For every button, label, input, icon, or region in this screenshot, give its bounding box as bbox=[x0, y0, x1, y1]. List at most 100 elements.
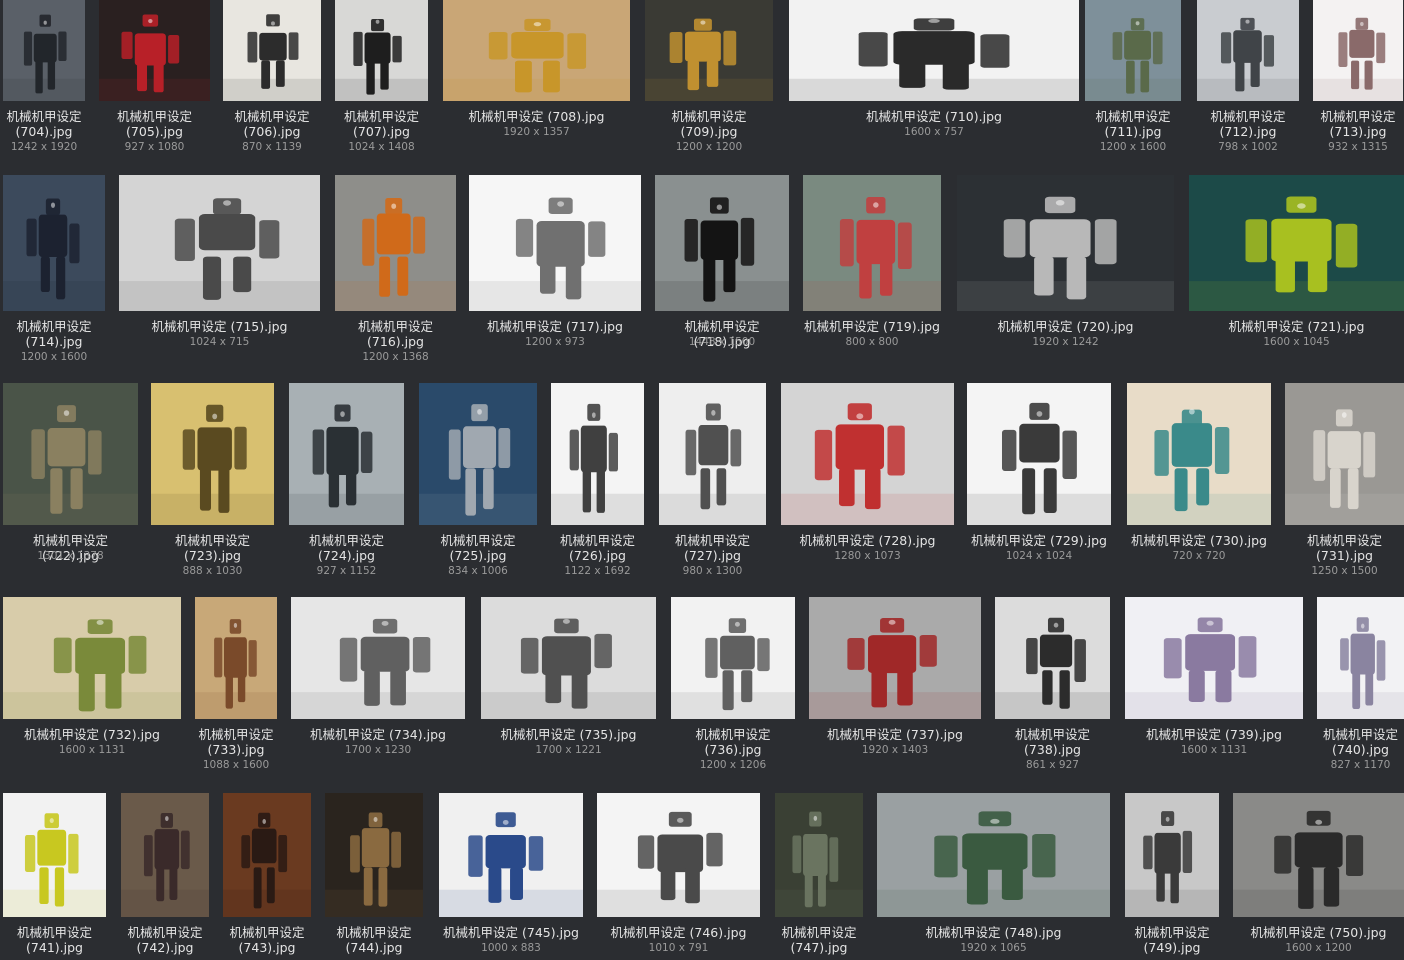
thumbnail-image[interactable] bbox=[809, 597, 981, 719]
thumbnail-image[interactable] bbox=[291, 597, 465, 719]
thumbnail-image[interactable] bbox=[119, 175, 320, 311]
thumbnail-image[interactable] bbox=[151, 383, 274, 525]
file-name[interactable]: 机械机甲设定 (750).jpg bbox=[1233, 925, 1404, 940]
thumbnail-image[interactable] bbox=[481, 597, 656, 719]
file-name[interactable]: 机械机甲设定 (738).jpg bbox=[995, 727, 1110, 757]
image-dimensions: 1024 x 1024 bbox=[1005, 550, 1073, 562]
file-name[interactable]: 机械机甲设定 (737).jpg bbox=[809, 727, 981, 742]
file-name[interactable]: 机械机甲设定 (723).jpg bbox=[151, 533, 274, 563]
file-name[interactable]: 机械机甲设定 (708).jpg bbox=[443, 109, 630, 124]
thumbnail-image[interactable] bbox=[775, 793, 863, 917]
file-name[interactable]: 机械机甲设定 (734).jpg bbox=[291, 727, 465, 742]
thumbnail-image[interactable] bbox=[1125, 597, 1303, 719]
file-name[interactable]: 机械机甲设定 (716).jpg bbox=[335, 319, 456, 349]
file-name[interactable]: 机械机甲设定 (721).jpg bbox=[1189, 319, 1404, 334]
file-name[interactable]: 机械机甲设定 (712).jpg bbox=[1197, 109, 1299, 139]
thumbnail-image[interactable] bbox=[597, 793, 760, 917]
file-name[interactable]: 机械机甲设定 (749).jpg bbox=[1125, 925, 1219, 955]
file-name[interactable]: 机械机甲设定 (714).jpg bbox=[3, 319, 105, 349]
thumbnail-image[interactable] bbox=[1285, 383, 1404, 525]
file-name[interactable]: 机械机甲设定 (742).jpg bbox=[121, 925, 209, 955]
file-name[interactable]: 机械机甲设定 (733).jpg bbox=[195, 727, 277, 757]
file-name[interactable]: 机械机甲设定 (747).jpg bbox=[775, 925, 863, 955]
thumbnail-image[interactable] bbox=[3, 793, 106, 917]
thumbnail-image[interactable] bbox=[443, 0, 630, 101]
thumbnail-image[interactable] bbox=[1197, 0, 1299, 101]
file-name[interactable]: 机械机甲设定 (710).jpg bbox=[789, 109, 1079, 124]
file-name[interactable]: 机械机甲设定 (705).jpg bbox=[99, 109, 210, 139]
file-name[interactable]: 机械机甲设定 (706).jpg bbox=[223, 109, 321, 139]
file-name[interactable]: 机械机甲设定 (725).jpg bbox=[419, 533, 537, 563]
file-name[interactable]: 机械机甲设定 (719).jpg bbox=[803, 319, 941, 334]
file-name[interactable]: 机械机甲设定 (715).jpg bbox=[119, 319, 320, 334]
file-name[interactable]: 机械机甲设定 (727).jpg bbox=[659, 533, 766, 563]
thumbnail-image[interactable] bbox=[671, 597, 795, 719]
file-name[interactable]: 机械机甲设定 (745).jpg bbox=[439, 925, 583, 940]
file-name[interactable]: 机械机甲设定 (746).jpg bbox=[597, 925, 760, 940]
thumbnail-image[interactable] bbox=[659, 383, 766, 525]
thumbnail-image[interactable] bbox=[325, 793, 423, 917]
thumbnail-image[interactable] bbox=[645, 0, 773, 101]
file-name[interactable]: 机械机甲设定 (741).jpg bbox=[3, 925, 106, 955]
file-name[interactable]: 机械机甲设定 (724).jpg bbox=[289, 533, 404, 563]
thumbnail-image[interactable] bbox=[803, 175, 941, 311]
file-name[interactable]: 机械机甲设定 (717).jpg bbox=[469, 319, 641, 334]
file-name[interactable]: 机械机甲设定 (728).jpg bbox=[781, 533, 954, 548]
file-name[interactable]: 机械机甲设定 (730).jpg bbox=[1127, 533, 1271, 548]
thumbnail-image[interactable] bbox=[3, 0, 85, 101]
thumbnail-image[interactable] bbox=[335, 0, 428, 101]
thumbnail-image[interactable] bbox=[469, 175, 641, 311]
thumbnail-image[interactable] bbox=[1317, 597, 1404, 719]
thumbnail-image[interactable] bbox=[957, 175, 1174, 311]
file-name[interactable]: 机械机甲设定 (713).jpg bbox=[1313, 109, 1403, 139]
thumbnail-image[interactable] bbox=[121, 793, 209, 917]
thumbnail-image[interactable] bbox=[995, 597, 1110, 719]
thumbnail-image[interactable] bbox=[655, 175, 789, 311]
image-dimensions: 1600 x 757 bbox=[904, 126, 964, 138]
image-dimensions: 1088 x 1600 bbox=[202, 759, 270, 771]
thumbnail-image[interactable] bbox=[1125, 793, 1219, 917]
image-dimensions: 927 x 1152 bbox=[316, 565, 377, 577]
thumbnail-image[interactable] bbox=[223, 0, 321, 101]
thumbnail-image[interactable] bbox=[1085, 0, 1181, 101]
file-name[interactable]: 机械机甲设定 (720).jpg bbox=[957, 319, 1174, 334]
file-name[interactable]: 机械机甲设定 (744).jpg bbox=[325, 925, 423, 955]
thumbnail-image[interactable] bbox=[3, 383, 138, 525]
file-name[interactable]: 机械机甲设定 (707).jpg bbox=[335, 109, 428, 139]
image-dimensions: 834 x 1006 bbox=[448, 565, 508, 577]
thumbnail-image[interactable] bbox=[3, 175, 105, 311]
file-name[interactable]: 机械机甲设定 (739).jpg bbox=[1125, 727, 1303, 742]
file-name[interactable]: 机械机甲设定 (704).jpg bbox=[3, 109, 85, 139]
thumbnail-image[interactable] bbox=[781, 383, 954, 525]
thumbnail-image[interactable] bbox=[3, 597, 181, 719]
file-name[interactable]: 机械机甲设定 (709).jpg bbox=[645, 109, 773, 139]
thumbnail-image[interactable] bbox=[967, 383, 1111, 525]
thumbnail-image[interactable] bbox=[1127, 383, 1271, 525]
file-name[interactable]: 机械机甲设定 (711).jpg bbox=[1085, 109, 1181, 139]
file-name[interactable]: 机械机甲设定 (735).jpg bbox=[481, 727, 656, 742]
image-dimensions: 1200 x 1206 bbox=[699, 759, 767, 771]
thumbnail-image[interactable] bbox=[99, 0, 210, 101]
file-name[interactable]: 机械机甲设定 (748).jpg bbox=[877, 925, 1110, 940]
thumbnail-image[interactable] bbox=[223, 793, 311, 917]
thumbnail-image[interactable] bbox=[335, 175, 456, 311]
thumbnail-image[interactable] bbox=[1189, 175, 1404, 311]
thumbnail-image[interactable] bbox=[419, 383, 537, 525]
thumbnail-image[interactable] bbox=[877, 793, 1110, 917]
file-name[interactable]: 机械机甲设定 (740).jpg bbox=[1317, 727, 1404, 757]
file-name[interactable]: 机械机甲设定 (731).jpg bbox=[1285, 533, 1404, 563]
thumbnail-image[interactable] bbox=[195, 597, 277, 719]
file-name[interactable]: 机械机甲设定 (743).jpg bbox=[223, 925, 311, 955]
image-dimensions: 1024 x 715 bbox=[189, 336, 250, 348]
file-name[interactable]: 机械机甲设定 (736).jpg bbox=[671, 727, 795, 757]
thumbnail-image[interactable] bbox=[1313, 0, 1403, 101]
thumbnail-image[interactable] bbox=[789, 0, 1079, 101]
thumbnail-image[interactable] bbox=[551, 383, 644, 525]
image-dimensions: 1024 x 1408 bbox=[348, 141, 415, 153]
file-name[interactable]: 机械机甲设定 (729).jpg bbox=[967, 533, 1111, 548]
file-name[interactable]: 机械机甲设定 (732).jpg bbox=[3, 727, 181, 742]
thumbnail-image[interactable] bbox=[439, 793, 583, 917]
thumbnail-image[interactable] bbox=[1233, 793, 1404, 917]
file-name[interactable]: 机械机甲设定 (726).jpg bbox=[551, 533, 644, 563]
thumbnail-image[interactable] bbox=[289, 383, 404, 525]
